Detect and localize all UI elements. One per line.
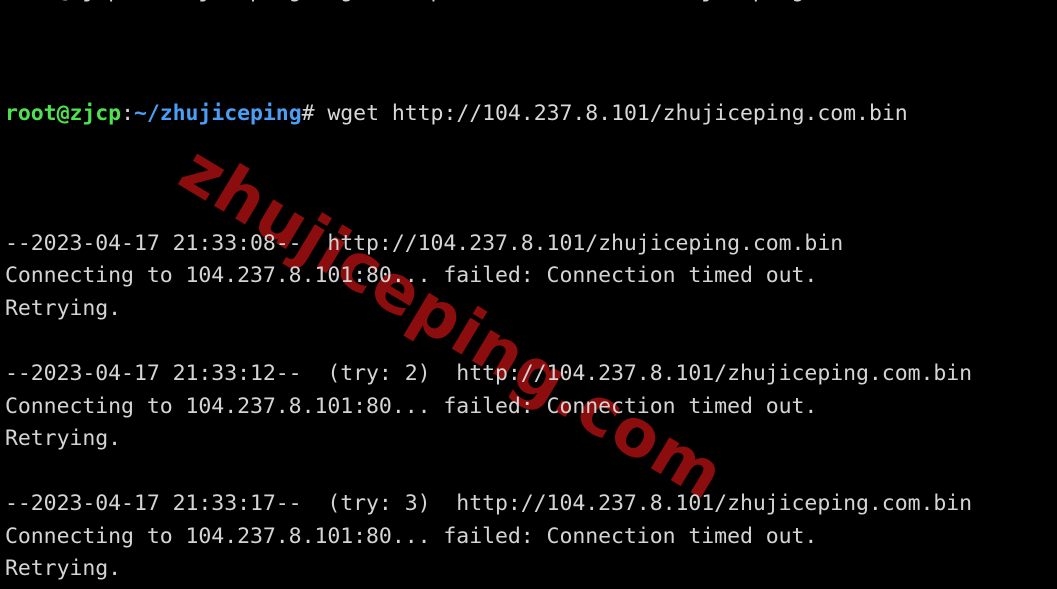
output-line: Connecting to 104.237.8.101:80... failed… xyxy=(5,263,818,289)
output-line: --2023-04-17 21:33:17-- (try: 3) http://… xyxy=(5,491,973,517)
prompt-line: root@zjcp:~/zhujiceping# wget http://104… xyxy=(5,98,1057,131)
prompt-path: ~/zhujiceping xyxy=(133,100,302,126)
output-blank-line xyxy=(5,325,1057,358)
prompt-user-host: root@zjcp xyxy=(5,100,122,126)
output-line: Retrying. xyxy=(5,295,122,321)
prompt-sigil: # xyxy=(301,100,315,126)
terminal-output: root@zjcp:~/zhujiceping# wget http://104… xyxy=(0,0,1057,589)
output-line-list: --2023-04-17 21:33:08-- http://104.237.8… xyxy=(5,228,1057,589)
prompt-separator: : xyxy=(121,100,134,126)
prompt-command: wget http://104.237.8.101/zhujiceping.co… xyxy=(314,100,908,126)
output-line: Connecting to 104.237.8.101:80... failed… xyxy=(5,523,818,549)
output-line: Retrying. xyxy=(5,426,122,452)
output-blank-line xyxy=(5,456,1057,489)
output-line: Retrying. xyxy=(5,556,122,582)
output-line: Connecting to 104.237.8.101:80... failed… xyxy=(5,393,818,419)
output-line: --2023-04-17 21:33:12-- (try: 2) http://… xyxy=(5,361,973,387)
terminal-window[interactable]: zhujiceping.com root@zjcp:~/zhujiceping#… xyxy=(0,0,1057,589)
output-line: --2023-04-17 21:33:08-- http://104.237.8… xyxy=(5,230,844,256)
